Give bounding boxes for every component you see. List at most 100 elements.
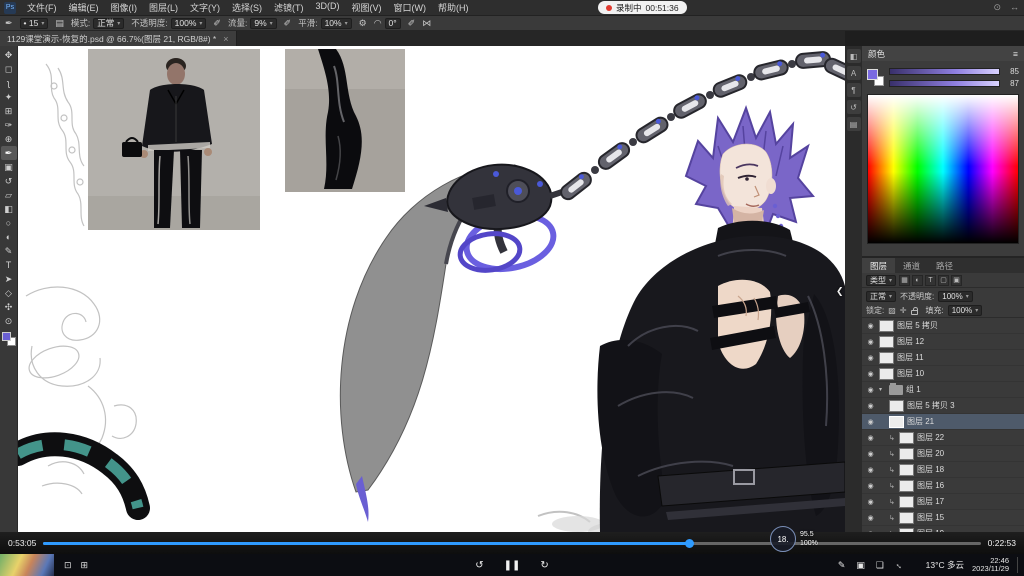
brush-angle-field[interactable]: ◠0° <box>374 18 401 29</box>
layer-row[interactable]: ◉▾组 1 <box>862 382 1024 398</box>
visibility-eye-icon[interactable]: ◉ <box>865 434 876 442</box>
dodge-tool-icon[interactable]: ◐ <box>1 230 17 244</box>
menu-item-1[interactable]: 编辑(E) <box>63 1 105 14</box>
document-tab[interactable]: 1129课堂演示-恢复的.psd @ 66.7%(图层 21, RGB/8#) … <box>0 31 237 46</box>
history-panel-icon[interactable]: ↺ <box>847 100 861 114</box>
visibility-eye-icon[interactable]: ◉ <box>865 466 876 474</box>
color-swatches[interactable] <box>2 332 16 346</box>
character-panel-icon[interactable]: A <box>847 66 861 80</box>
lasso-tool-icon[interactable]: ʅ <box>1 76 17 90</box>
menu-item-3[interactable]: 图层(L) <box>143 1 184 14</box>
menu-item-6[interactable]: 滤镜(T) <box>268 1 310 14</box>
menu-item-10[interactable]: 帮助(H) <box>432 1 475 14</box>
panel-menu-icon[interactable]: ≡ <box>1013 49 1018 59</box>
blur-tool-icon[interactable]: ○ <box>1 216 17 230</box>
crop-tool-icon[interactable]: ⊞ <box>1 104 17 118</box>
clone-stamp-tool-icon[interactable]: ▣ <box>1 160 17 174</box>
airbrush-toggle[interactable]: ✐ <box>284 18 292 29</box>
menu-item-8[interactable]: 视图(V) <box>346 1 388 14</box>
lock-all-icon[interactable] <box>911 310 918 315</box>
smoothing-field-value[interactable]: 10%▾ <box>321 18 352 29</box>
panel-collapse-chevron-icon[interactable]: ❮ <box>836 286 844 297</box>
zoom-window-icon[interactable]: ⊙ <box>993 2 1001 13</box>
gradient-tool-icon[interactable]: ◧ <box>1 202 17 216</box>
adjustments-panel-icon[interactable]: ◧ <box>847 49 861 63</box>
layer-row[interactable]: ◉图层 5 拷贝 <box>862 318 1024 334</box>
tray-weather[interactable]: 13°C 多云 <box>926 559 964 571</box>
visibility-eye-icon[interactable]: ◉ <box>865 386 876 394</box>
lock-transparency-icon[interactable]: ▨ <box>888 306 896 315</box>
paint-mode-value[interactable]: 正常▾ <box>93 18 124 29</box>
paint-mode[interactable]: 模式:正常▾ <box>71 17 124 29</box>
healing-brush-tool-icon[interactable]: ⊕ <box>1 132 17 146</box>
layer-row[interactable]: ◉↳图层 18 <box>862 462 1024 478</box>
layer-row[interactable]: ◉↳图层 16 <box>862 478 1024 494</box>
fg-swatch[interactable] <box>867 69 878 80</box>
filter-shape-icon[interactable]: ▢ <box>938 275 949 286</box>
symmetry-toggle[interactable]: ⋈ <box>422 18 431 29</box>
group-expander-icon[interactable]: ▾ <box>879 386 886 393</box>
seek-knob[interactable] <box>685 539 694 548</box>
visibility-eye-icon[interactable]: ◉ <box>865 450 876 458</box>
brush-preset-picker-value[interactable]: • 15▾ <box>20 18 49 29</box>
filter-smart-icon[interactable]: ▣ <box>951 275 962 286</box>
marquee-tool-icon[interactable]: ◻ <box>1 62 17 76</box>
visibility-eye-icon[interactable]: ◉ <box>865 514 876 522</box>
edit-button-icon[interactable]: ✎ <box>838 560 846 571</box>
libraries-panel-icon[interactable]: ▤ <box>847 117 861 131</box>
menu-item-9[interactable]: 窗口(W) <box>388 1 433 14</box>
quick-select-tool-icon[interactable]: ✦ <box>1 90 17 104</box>
menu-item-7[interactable]: 3D(D) <box>310 1 346 14</box>
smoothing-options-gear[interactable]: ⚙ <box>359 18 367 29</box>
pip-button-icon[interactable]: ❏ <box>876 560 884 571</box>
layer-row[interactable]: ◉图层 12 <box>862 334 1024 350</box>
visibility-eye-icon[interactable]: ◉ <box>865 370 876 378</box>
visibility-eye-icon[interactable]: ◉ <box>865 498 876 506</box>
visibility-eye-icon[interactable]: ◉ <box>865 338 876 346</box>
layer-row[interactable]: ◉图层 11 <box>862 350 1024 366</box>
zoom-tool-icon[interactable]: ⊙ <box>1 314 17 328</box>
color-slider-2[interactable] <box>889 80 1000 87</box>
visibility-eye-icon[interactable]: ◉ <box>865 482 876 490</box>
layers-tab-1[interactable]: 通道 <box>895 258 928 273</box>
menu-item-5[interactable]: 选择(S) <box>226 1 268 14</box>
weather-widget[interactable] <box>0 554 54 576</box>
visibility-eye-icon[interactable]: ◉ <box>865 402 876 410</box>
layer-row[interactable]: ◉↳图层 20 <box>862 446 1024 462</box>
layer-row[interactable]: ◉↳图层 15 <box>862 510 1024 526</box>
fullscreen-button-icon[interactable]: ↔ <box>892 558 906 572</box>
layers-tab-2[interactable]: 路径 <box>928 258 961 273</box>
flow-field[interactable]: 流量:9%▾ <box>228 17 277 29</box>
color-spectrum-picker[interactable] <box>867 94 1019 244</box>
color-slider-1[interactable] <box>889 68 1000 75</box>
brush-preset-picker[interactable]: • 15▾ <box>20 18 49 29</box>
forward-button-icon[interactable]: ↻ <box>540 560 548 571</box>
visibility-eye-icon[interactable]: ◉ <box>865 322 876 330</box>
screen-device-icon-icon[interactable]: ⊡ <box>64 560 72 571</box>
layer-row[interactable]: ◉图层 10 <box>862 366 1024 382</box>
blend-mode-select[interactable]: 正常 ▾ <box>866 291 896 302</box>
opacity-field[interactable]: 不透明度:100%▾ <box>131 17 206 29</box>
brush-angle-field-value[interactable]: 0° <box>385 18 401 29</box>
layer-row[interactable]: ◉图层 5 拷贝 3 <box>862 398 1024 414</box>
rewind-button-icon[interactable]: ↺ <box>475 560 483 571</box>
color-panel-tab[interactable]: 颜色 <box>868 48 885 60</box>
opacity-field-value[interactable]: 100%▾ <box>171 18 207 29</box>
menu-item-2[interactable]: 图像(I) <box>105 1 144 14</box>
lock-position-icon[interactable]: ✛ <box>900 306 907 315</box>
smoothing-field[interactable]: 平滑:10%▾ <box>298 17 351 29</box>
layers-fill-value[interactable]: 100% ▾ <box>948 305 982 316</box>
menu-item-0[interactable]: 文件(F) <box>21 1 63 14</box>
layer-row[interactable]: ◉图层 21 <box>862 414 1024 430</box>
screenshot-button-icon[interactable]: ▣ <box>856 560 865 571</box>
tab-close-icon[interactable]: × <box>223 34 228 44</box>
move-tool-icon[interactable]: ✥ <box>1 48 17 62</box>
pen-tool-icon[interactable]: ✎ <box>1 244 17 258</box>
pause-button-icon[interactable]: ❚❚ <box>504 560 521 571</box>
layers-tab-0[interactable]: 图层 <box>862 258 895 273</box>
pressure-opacity-toggle[interactable]: ✐ <box>213 18 221 29</box>
notification-center-button[interactable] <box>1017 557 1021 573</box>
cast-icon-icon[interactable]: ⊞ <box>81 560 89 571</box>
path-select-tool-icon[interactable]: ➤ <box>1 272 17 286</box>
color-panel-swatches[interactable] <box>867 69 884 86</box>
